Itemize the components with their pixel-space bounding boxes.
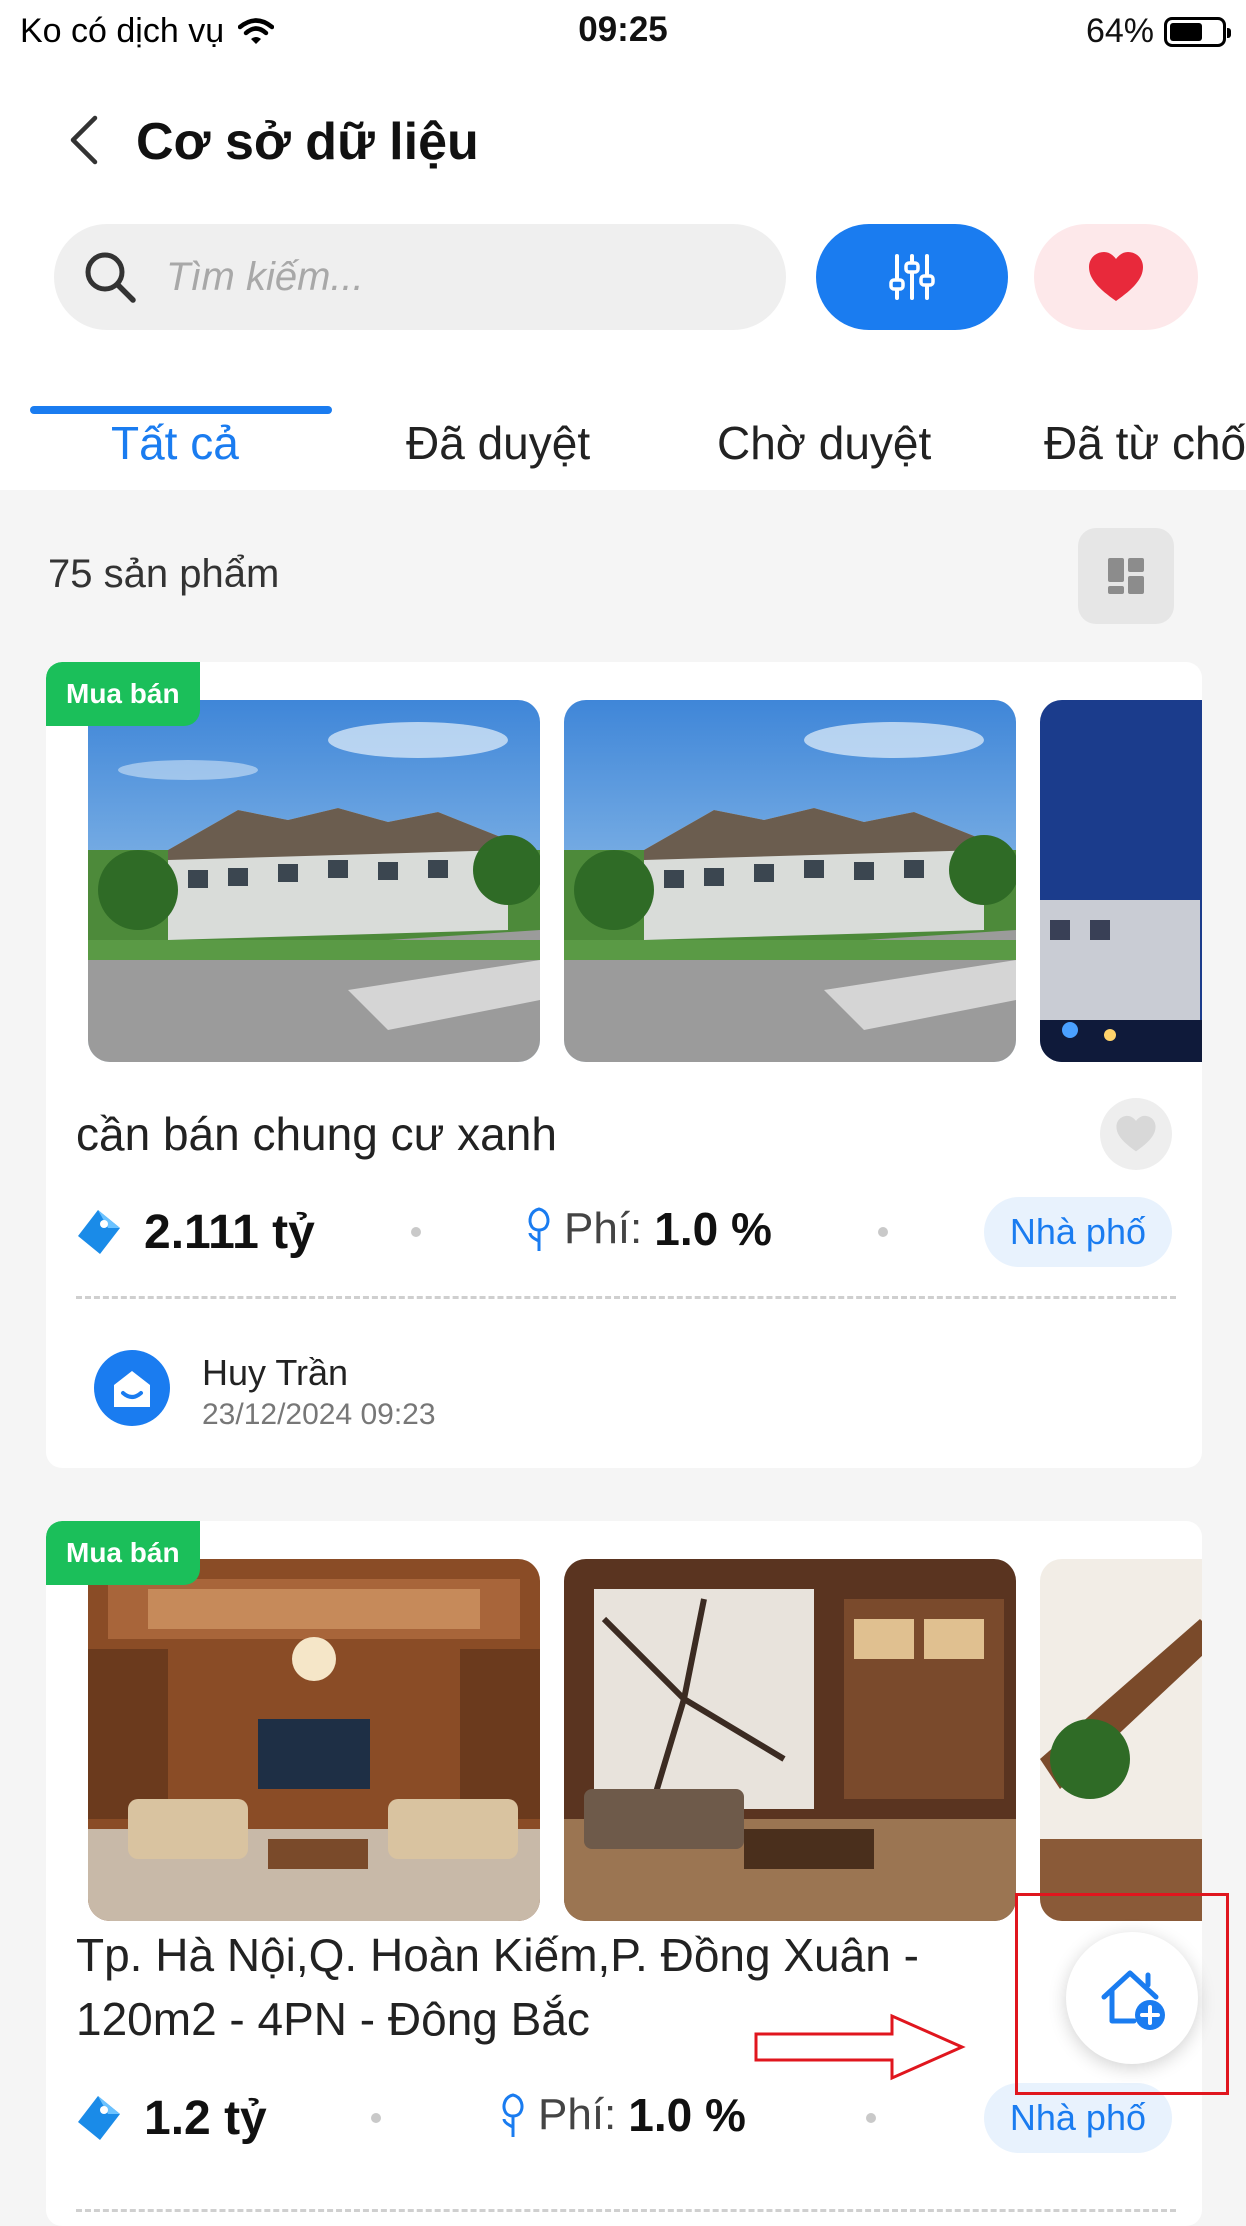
tab-approved[interactable]: Đã duyệt (406, 416, 590, 470)
listing-photo[interactable] (564, 1559, 1016, 1921)
separator-dot (866, 2113, 876, 2123)
listing-card[interactable]: Mua bán (46, 662, 1202, 1468)
search-input[interactable] (166, 254, 726, 300)
separator-dot (411, 1227, 421, 1237)
active-tab-indicator (30, 406, 332, 414)
grid-icon (1108, 558, 1144, 594)
page-title: Cơ sở dữ liệu (136, 113, 479, 171)
listing-photo[interactable] (564, 700, 1016, 1062)
listing-type-tag: Mua bán (46, 1521, 200, 1585)
tab-all[interactable]: Tất cả (111, 416, 239, 470)
home-plus-icon (1101, 1970, 1165, 2030)
search-bar[interactable] (54, 224, 786, 330)
property-type-chip[interactable]: Nhà phố (983, 2083, 1172, 2153)
fee-label: Phí: (564, 1204, 643, 1253)
filter-button[interactable] (816, 224, 1008, 330)
chevron-left-icon (70, 115, 98, 165)
fee-info: Phí: 1.0 % (524, 1202, 772, 1256)
heart-outline-icon (1116, 1115, 1156, 1152)
fee-value: 1.0 % (654, 1203, 772, 1255)
separator-dot (371, 2113, 381, 2123)
listing-photo[interactable] (88, 700, 540, 1062)
search-icon (85, 252, 136, 303)
card-divider (76, 1296, 1176, 1299)
arrow-annotation (754, 2013, 966, 2081)
flower-icon (502, 2093, 524, 2137)
battery-percent: 64% (1085, 12, 1154, 50)
listing-photo[interactable] (1040, 700, 1202, 1062)
listing-photo[interactable] (1040, 1559, 1202, 1921)
back-button[interactable] (54, 110, 114, 170)
flower-icon (528, 1207, 550, 1251)
listing-price: 2.111 tỷ (144, 1205, 315, 1259)
photo-gallery[interactable] (88, 700, 1202, 1062)
price-tag-icon (78, 2096, 120, 2140)
avatar[interactable] (94, 1350, 170, 1426)
listing-title[interactable]: cần bán chung cư xanh (76, 1102, 1036, 1166)
sliders-icon (889, 254, 935, 300)
fee-value: 1.0 % (628, 2089, 746, 2141)
battery-icon (1164, 16, 1231, 47)
like-button[interactable] (1100, 1098, 1172, 1170)
battery-info: 64% (1085, 12, 1231, 51)
tab-rejected[interactable]: Đã từ chối (1044, 416, 1246, 470)
layout-toggle-button[interactable] (1078, 528, 1174, 624)
home-avatar-icon (114, 1371, 150, 1407)
owner-name: Huy Trần (202, 1352, 349, 1393)
tab-pending[interactable]: Chờ duyệt (717, 416, 931, 470)
fee-label: Phí: (538, 2090, 617, 2139)
separator-dot (878, 1227, 888, 1237)
property-type-chip[interactable]: Nhà phố (983, 1197, 1172, 1267)
post-date: 23/12/2024 09:23 (202, 1398, 436, 1431)
heart-icon (1089, 252, 1143, 301)
listing-photo[interactable] (88, 1559, 540, 1921)
page-header: Cơ sở dữ liệu Tất cả Đã duyệt Chờ duyệt … (0, 66, 1246, 490)
clock: 09:25 (578, 10, 668, 49)
listing-price: 1.2 tỷ (144, 2091, 267, 2145)
product-count: 75 sản phẩm (48, 552, 280, 596)
fee-info: Phí: 1.0 % (498, 2088, 746, 2142)
price-tag-icon (78, 1210, 120, 1254)
status-tabs: Tất cả Đã duyệt Chờ duyệt Đã từ chối (0, 386, 1246, 490)
favorites-button[interactable] (1034, 224, 1198, 330)
listing-type-tag: Mua bán (46, 662, 200, 726)
add-property-button[interactable] (1066, 1932, 1198, 2064)
photo-gallery[interactable] (88, 1559, 1202, 1921)
listing-card[interactable]: Mua bán (46, 1521, 1202, 2226)
status-bar: Ko có dịch vụ 09:25 64% (0, 0, 1246, 66)
card-divider (76, 2209, 1176, 2212)
